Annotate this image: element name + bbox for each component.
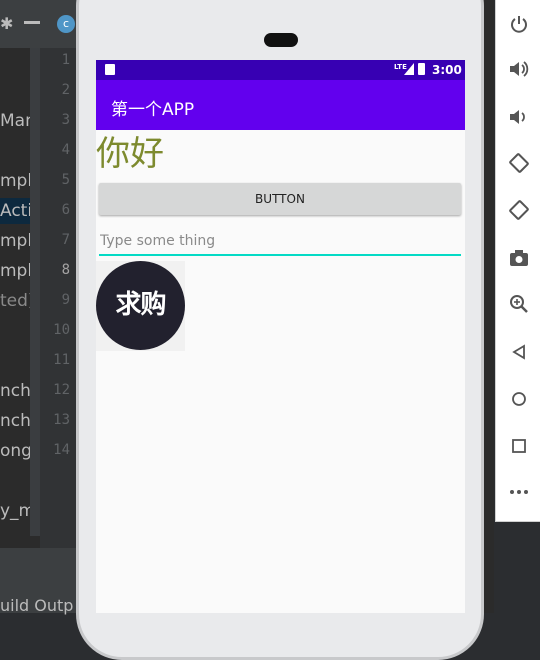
line-number: 1: [61, 52, 70, 68]
volume-down-icon[interactable]: [496, 95, 540, 139]
text-input[interactable]: [99, 230, 460, 252]
line-number: 13: [53, 412, 70, 428]
back-icon[interactable]: [496, 330, 540, 374]
app-bar: 第一个APP: [96, 80, 465, 130]
build-output-tab[interactable]: uild Outp: [0, 596, 73, 615]
home-icon[interactable]: [496, 377, 540, 421]
sd-card-icon: [105, 64, 115, 75]
project-scrollbar[interactable]: [30, 48, 40, 536]
main-button[interactable]: BUTTON: [99, 183, 461, 215]
line-number: 10: [53, 322, 70, 338]
emulator-toolbar: [495, 0, 540, 522]
text-field[interactable]: [99, 230, 461, 256]
class-file-icon[interactable]: c: [57, 15, 75, 33]
line-number: 14: [53, 442, 70, 458]
line-number: 5: [61, 172, 70, 188]
minimize-icon[interactable]: [24, 21, 40, 24]
line-number: 12: [53, 382, 70, 398]
more-icon[interactable]: [496, 470, 540, 514]
battery-icon: [418, 63, 425, 75]
overview-icon[interactable]: [496, 424, 540, 468]
line-number: 3: [61, 112, 70, 128]
line-number: 2: [61, 82, 70, 98]
close-icon[interactable]: ✱: [0, 14, 13, 33]
hello-text: 你好: [96, 134, 164, 174]
power-icon[interactable]: [496, 2, 540, 46]
camera-icon[interactable]: [496, 236, 540, 280]
line-number: 4: [61, 142, 70, 158]
signal-icon: [404, 63, 414, 75]
line-number: 9: [61, 292, 70, 308]
status-time: 3:00: [432, 63, 462, 77]
phone-screen: LTE 3:00 第一个APP 你好 BUTTON 求购: [96, 60, 465, 613]
line-number: 8: [61, 262, 70, 278]
app-title: 第一个APP: [111, 100, 195, 120]
rotate-left-icon[interactable]: [496, 141, 540, 185]
qiugou-badge: 求购: [96, 261, 185, 350]
image-view: 求购: [96, 261, 185, 351]
line-number: 6: [61, 202, 70, 218]
earpiece: [264, 33, 298, 47]
line-number: 7: [61, 232, 70, 248]
project-item[interactable]: ong: [0, 438, 32, 464]
line-number: 11: [53, 352, 70, 368]
zoom-icon[interactable]: [496, 282, 540, 326]
status-bar: LTE 3:00: [96, 60, 465, 80]
line-number-gutter: 1 2 3 4 5 6 7 8 9 10 11 12 13 14: [40, 48, 78, 548]
rotate-right-icon[interactable]: [496, 188, 540, 232]
volume-up-icon[interactable]: [496, 47, 540, 91]
